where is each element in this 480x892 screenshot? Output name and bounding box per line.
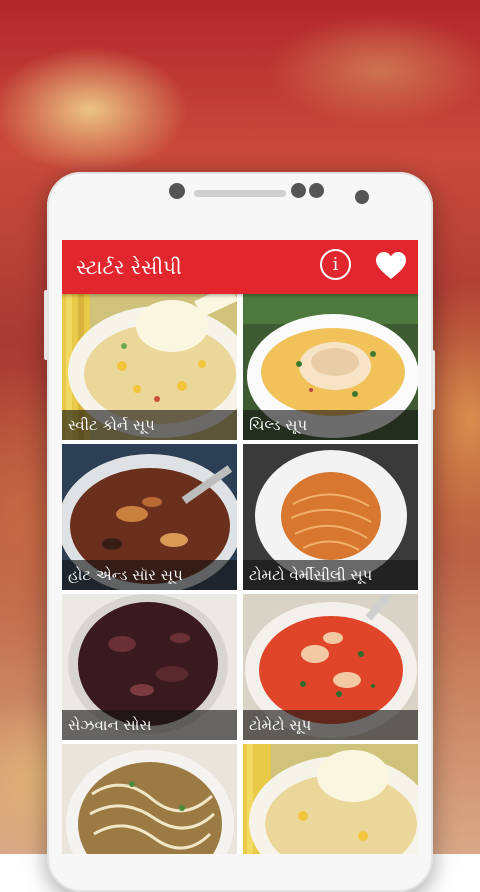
proximity-sensor	[355, 190, 369, 204]
recipe-card[interactable]	[243, 744, 418, 854]
earpiece-speaker	[194, 190, 286, 197]
recipe-card[interactable]: સ્વીટ કોર્ન સૂપ	[62, 294, 237, 440]
sweet-corn-soup-image	[243, 744, 418, 854]
recipe-card[interactable]: સેઝવાન સોસ	[62, 594, 237, 740]
recipe-name: હોટ એન્ડ સૉર સૂપ	[62, 560, 237, 590]
noodle-soup-image	[62, 744, 237, 854]
heart-icon[interactable]	[375, 251, 407, 281]
recipe-name: સ્વીટ કોર્ન સૂપ	[62, 410, 237, 440]
recipe-card[interactable]: હોટ એન્ડ સૉર સૂપ	[62, 444, 237, 590]
sensor-dot	[291, 183, 306, 198]
recipe-card[interactable]: ચિલ્ડ સૂપ	[243, 294, 418, 440]
recipe-grid: સ્વીટ કોર્ન સૂપ ચિલ્ડ સૂપ હોટ એન્ડ સૉર સ…	[62, 294, 418, 854]
recipe-card[interactable]: ટોમટો વેર્મીસીલી સૂપ	[243, 444, 418, 590]
power-button	[431, 350, 435, 410]
recipe-card[interactable]: ટોમેટો સૂપ	[243, 594, 418, 740]
recipe-name: ટોમેટો સૂપ	[243, 710, 418, 740]
volume-button	[44, 290, 48, 360]
sensor-dot	[309, 183, 324, 198]
front-camera	[169, 183, 185, 199]
app-title: સ્ટાર્ટર રેસીપી	[76, 255, 182, 279]
recipe-name: ચિલ્ડ સૂપ	[243, 410, 418, 440]
recipe-card[interactable]	[62, 744, 237, 854]
recipe-name: સેઝવાન સોસ	[62, 710, 237, 740]
recipe-name: ટોમટો વેર્મીસીલી સૂપ	[243, 560, 418, 590]
info-icon[interactable]: i	[320, 249, 351, 280]
app-bar: સ્ટાર્ટર રેસીપી i	[62, 240, 418, 294]
app-screen: સ્ટાર્ટર રેસીપી i સ્વીટ કોર્ન સૂપ ચિલ્ડ …	[62, 240, 418, 854]
